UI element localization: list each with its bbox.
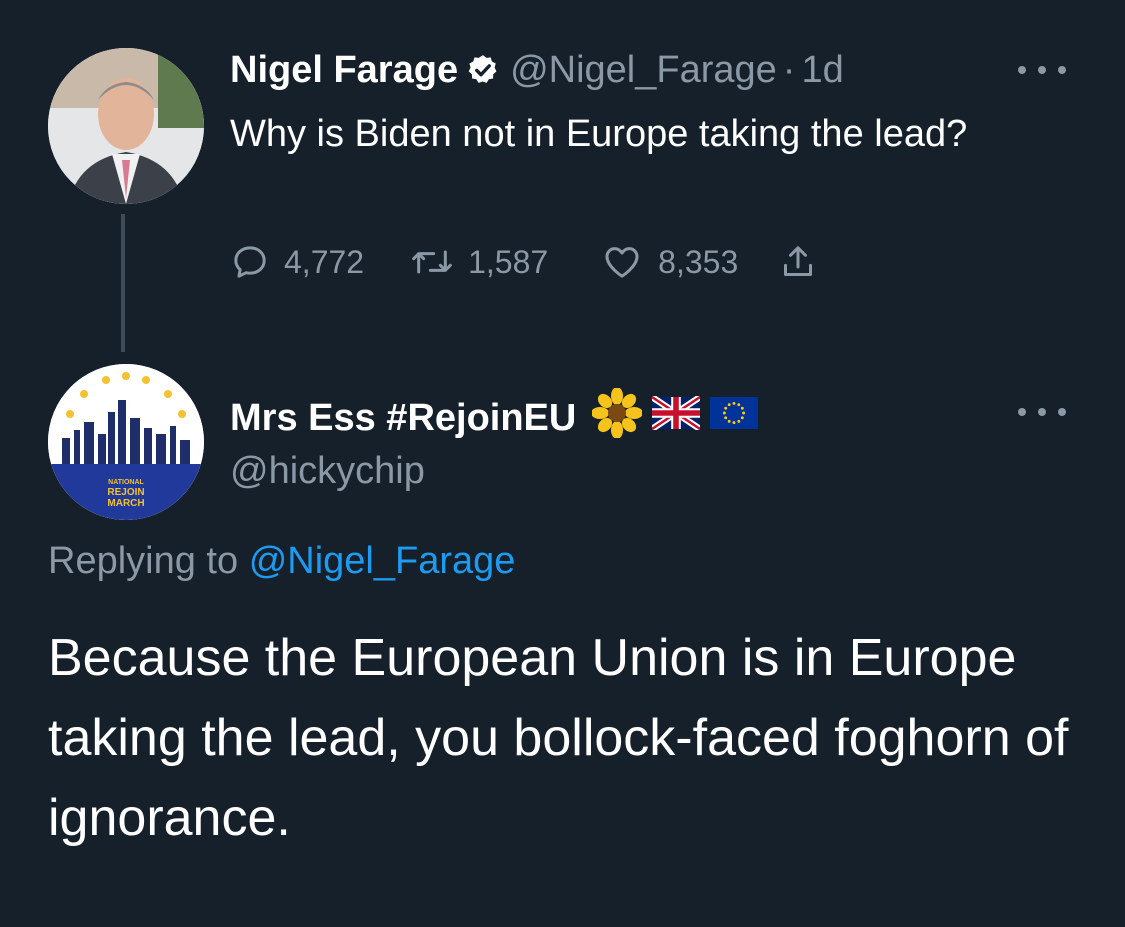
share-action[interactable] bbox=[778, 242, 818, 282]
replying-to-line: Replying to @Nigel_Farage bbox=[48, 540, 515, 583]
like-count: 8,353 bbox=[658, 243, 739, 280]
more-icon[interactable] bbox=[1018, 60, 1066, 80]
retweet-icon bbox=[410, 242, 454, 282]
avatar-text-line-2: REJOIN bbox=[107, 487, 144, 498]
reply-icon bbox=[230, 242, 270, 282]
tweet-time[interactable]: 1d bbox=[801, 49, 843, 92]
reply-author-handle[interactable]: @hickychip bbox=[230, 450, 425, 493]
retweet-count: 1,587 bbox=[468, 243, 549, 280]
avatar-text-line-3: MARCH bbox=[107, 498, 144, 509]
reply-header: Mrs Ess #RejoinEU bbox=[230, 387, 759, 440]
uk-flag-icon bbox=[650, 394, 703, 440]
thread-connector-line bbox=[121, 214, 125, 352]
replying-to-label: Replying to bbox=[48, 540, 239, 582]
tweet-text: Why is Biden not in Europe taking the le… bbox=[230, 113, 968, 155]
reply-text: Because the European Union is in Europe … bbox=[48, 629, 1069, 847]
replying-to-link[interactable]: @Nigel_Farage bbox=[249, 540, 516, 582]
reply-more-icon[interactable] bbox=[1018, 402, 1066, 422]
share-icon bbox=[778, 242, 818, 282]
avatar-nigel-farage[interactable] bbox=[48, 48, 204, 204]
tweet-header: Nigel Farage @Nigel_Farage · 1d bbox=[230, 48, 844, 92]
avatar-rejoin-march[interactable]: NATIONAL REJOIN MARCH bbox=[48, 364, 204, 520]
author-name[interactable]: Nigel Farage bbox=[230, 49, 458, 92]
verified-badge-icon bbox=[466, 53, 500, 87]
sunflower-icon bbox=[591, 387, 644, 448]
retweet-action[interactable]: 1,587 bbox=[410, 242, 548, 282]
time-separator: · bbox=[782, 48, 796, 91]
tweet-actions: 4,772 1,587 8,353 bbox=[230, 240, 818, 284]
eu-flag-icon bbox=[710, 396, 759, 440]
avatar-text-line-1: NATIONAL bbox=[108, 479, 144, 486]
reply-count: 4,772 bbox=[284, 243, 365, 280]
reply-action[interactable]: 4,772 bbox=[230, 242, 364, 282]
reply-author-name[interactable]: Mrs Ess #RejoinEU bbox=[230, 397, 576, 440]
author-handle[interactable]: @Nigel_Farage bbox=[510, 49, 777, 92]
like-action[interactable]: 8,353 bbox=[600, 242, 738, 282]
like-icon bbox=[600, 242, 644, 282]
